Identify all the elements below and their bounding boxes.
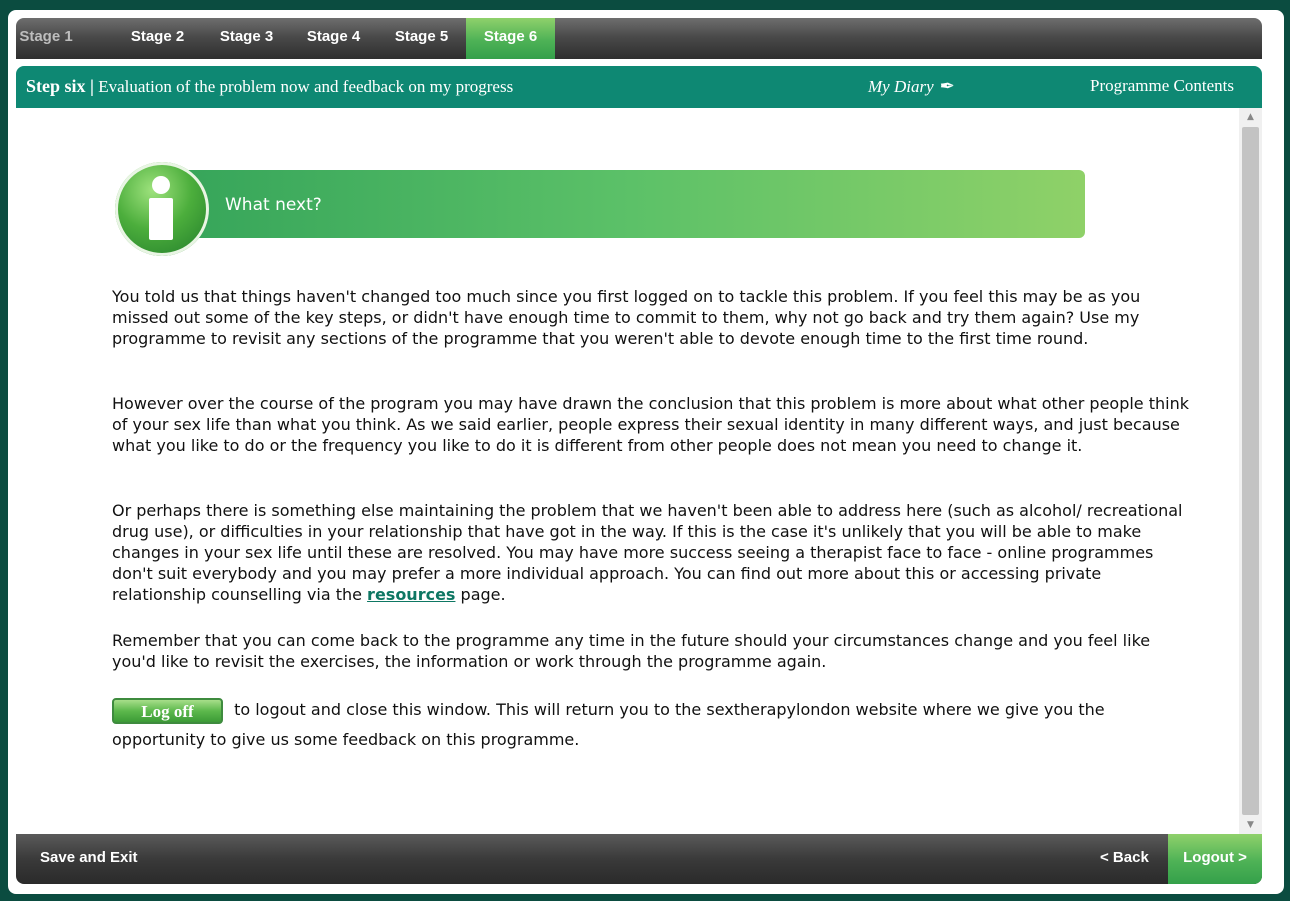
save-and-exit-link[interactable]: Save and Exit (40, 834, 138, 882)
paragraph-4: Remember that you can come back to the p… (112, 631, 1151, 671)
tab-stage-3[interactable]: Stage 3 (209, 18, 284, 59)
logout-link[interactable]: Logout > (1168, 834, 1262, 884)
paragraph-3-end: page. (455, 585, 506, 604)
info-icon (115, 162, 209, 256)
step-label: Step six | (26, 76, 94, 96)
my-diary-label: My Diary (868, 77, 934, 96)
scroll-down-arrow-icon[interactable]: ▼ (1239, 816, 1262, 834)
paragraph-1: You told us that things haven't changed … (112, 287, 1141, 348)
tab-stage-2[interactable]: Stage 2 (120, 18, 195, 59)
tab-stage-5[interactable]: Stage 5 (384, 18, 459, 59)
vertical-scrollbar[interactable]: ▲ ▼ (1239, 108, 1262, 834)
resources-link[interactable]: resources (367, 585, 455, 604)
step-title: Step six | Evaluation of the problem now… (26, 66, 513, 107)
my-diary-link[interactable]: My Diary ✒ (868, 66, 955, 107)
scroll-up-arrow-icon[interactable]: ▲ (1239, 108, 1262, 126)
paragraph-5: Log off to logout and close this window.… (112, 695, 1197, 755)
paragraph-3: Or perhaps there is something else maint… (112, 500, 1197, 605)
tab-stage-4[interactable]: Stage 4 (296, 18, 371, 59)
log-off-button[interactable]: Log off (112, 697, 223, 724)
tab-stage-1[interactable]: Stage 1 (16, 18, 76, 59)
paragraph-3-text: Or perhaps there is something else maint… (112, 501, 1183, 604)
step-description: Evaluation of the problem now and feedba… (98, 77, 514, 96)
section-title: What next? (225, 195, 322, 215)
programme-contents-link[interactable]: Programme Contents (1090, 66, 1234, 106)
tab-stage-6[interactable]: Stage 6 (466, 18, 555, 59)
footer-bar: Save and Exit < Back Logout > (16, 834, 1262, 884)
paragraph-5-text: to logout and close this window. This wi… (112, 700, 1105, 749)
step-header: Step six | Evaluation of the problem now… (16, 66, 1262, 108)
stage-tab-bar: Stage 1 Stage 2 Stage 3 Stage 4 Stage 5 … (16, 18, 1262, 59)
back-link[interactable]: < Back (1100, 834, 1149, 882)
paragraph-2: However over the course of the program y… (112, 394, 1189, 455)
scrollbar-thumb[interactable] (1242, 127, 1259, 815)
pen-icon: ✒ (939, 76, 955, 96)
